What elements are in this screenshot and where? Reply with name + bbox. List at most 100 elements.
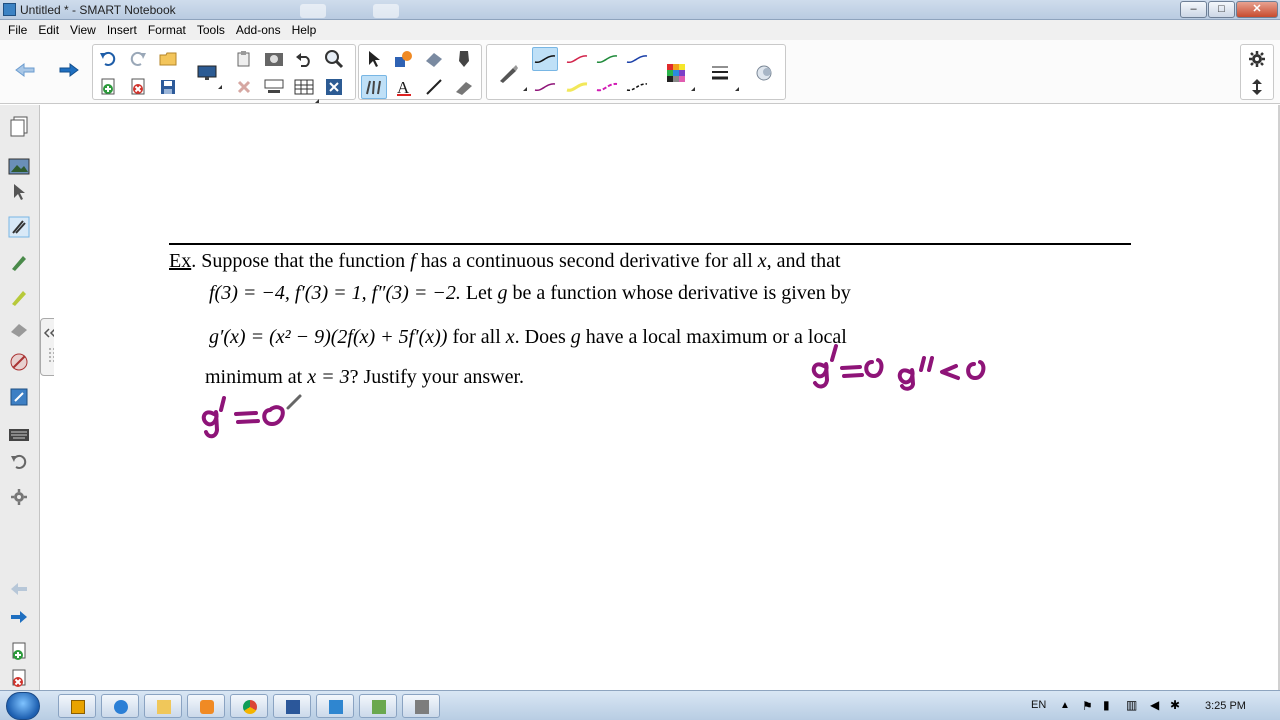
start-button[interactable] (6, 692, 40, 720)
eraser-side-icon[interactable] (7, 317, 31, 341)
settings-side-icon[interactable] (7, 485, 31, 509)
text-icon[interactable]: A (391, 75, 417, 99)
action-center-icon[interactable]: ⚑ (1082, 699, 1093, 713)
add-page-icon[interactable] (95, 75, 121, 99)
pen-icon[interactable] (451, 47, 477, 71)
taskbar-app[interactable] (402, 694, 440, 718)
save-icon[interactable] (155, 75, 181, 99)
previous-page-icon[interactable] (7, 577, 31, 601)
gear-icon[interactable] (1244, 47, 1270, 71)
pen-style-green-icon[interactable] (594, 47, 620, 71)
open-file-icon[interactable] (155, 47, 181, 71)
taskbar-smart-notebook[interactable] (316, 694, 354, 718)
math-x: x (505, 326, 515, 348)
taskbar-internet-explorer[interactable] (101, 694, 139, 718)
redo-icon[interactable] (125, 47, 151, 71)
page-sorter-icon[interactable] (7, 115, 31, 139)
close-button[interactable]: ✕ (1236, 1, 1278, 18)
pen-style-magenta-dash-icon[interactable] (594, 75, 620, 99)
pen-style-blue-icon[interactable] (624, 47, 650, 71)
menu-insert[interactable]: Insert (107, 20, 137, 40)
pen-style-black-dash-icon[interactable] (624, 75, 650, 99)
pen-style-black-icon[interactable] (532, 47, 558, 71)
move-toolbar-icon[interactable] (1244, 75, 1270, 99)
taskbar-word[interactable] (273, 694, 311, 718)
taskbar-outlook[interactable] (58, 694, 96, 718)
taskbar-smart-tools[interactable] (359, 694, 397, 718)
example-label: Ex (169, 250, 192, 272)
clock-time[interactable]: 3:25 PM (1205, 700, 1246, 712)
volume-icon[interactable]: ◀ (1150, 698, 1159, 712)
delete-icon[interactable] (231, 75, 257, 99)
toolbar-group-settings (1240, 44, 1274, 100)
line-thickness-icon[interactable] (707, 61, 739, 91)
delete-page-side-icon[interactable] (7, 667, 31, 691)
delete-page-icon[interactable] (125, 75, 151, 99)
bluetooth-icon[interactable]: ✱ (1170, 698, 1180, 712)
shapes-icon[interactable] (391, 47, 417, 71)
menu-bar: File Edit View Insert Format Tools Add-o… (0, 20, 1280, 40)
properties-icon[interactable] (752, 61, 778, 85)
taskbar-file-explorer[interactable] (144, 694, 182, 718)
eraser-icon[interactable] (421, 47, 447, 71)
select-icon[interactable] (361, 47, 387, 71)
display-icon[interactable] (194, 61, 222, 89)
pen-style-purple-icon[interactable] (532, 75, 558, 99)
line-icon[interactable] (421, 75, 447, 99)
title-bar-glass-tab (373, 4, 399, 18)
problem-line-4: minimum at x = 3? Justify your answer. (205, 366, 524, 389)
add-page-side-icon[interactable] (7, 640, 31, 664)
undo-side-icon[interactable] (7, 450, 31, 474)
next-page-icon[interactable] (7, 605, 31, 629)
given-values: f(3) = −4, f′(3) = 1, f″(3) = −2. (209, 282, 461, 304)
select-tool-icon[interactable] (7, 180, 31, 204)
menu-tools[interactable]: Tools (197, 20, 225, 40)
problem-text: be a function whose derivative is given … (507, 282, 851, 304)
forward-arrow-icon[interactable] (56, 58, 82, 82)
problem-line-1: Ex. Suppose that the function f has a co… (169, 250, 841, 273)
whiteboard-canvas[interactable] (54, 105, 1280, 690)
pen-style-yellow-icon[interactable] (564, 75, 590, 99)
toolbar-group-pens (486, 44, 786, 100)
menu-edit[interactable]: Edit (38, 20, 59, 40)
menu-format[interactable]: Format (148, 20, 186, 40)
magnifier-icon[interactable] (321, 47, 347, 71)
table-icon[interactable] (291, 75, 319, 103)
gallery-icon[interactable] (7, 155, 31, 179)
menu-view[interactable]: View (70, 20, 96, 40)
screen-shade-icon[interactable] (261, 75, 287, 99)
maximize-button[interactable]: □ (1208, 1, 1235, 18)
pen-type-icon[interactable] (495, 61, 527, 91)
undo-capture-icon[interactable] (291, 47, 317, 71)
pen-style-red-icon[interactable] (564, 47, 590, 71)
menu-file[interactable]: File (8, 20, 27, 40)
battery-icon[interactable]: ▮ (1103, 698, 1110, 712)
taskbar-media-player[interactable] (187, 694, 225, 718)
problem-top-rule (169, 243, 1131, 245)
problem-text: have a local maximum or a local (580, 326, 847, 348)
close-box-icon[interactable] (321, 75, 347, 99)
highlighter-side-icon[interactable] (7, 285, 31, 309)
screen-capture-icon[interactable] (261, 47, 287, 71)
svg-text:A: A (397, 78, 410, 96)
menu-help[interactable]: Help (292, 20, 317, 40)
pen-side-icon[interactable] (7, 250, 31, 274)
undo-icon[interactable] (95, 47, 121, 71)
paste-icon[interactable] (231, 47, 257, 71)
properties-side-icon[interactable] (7, 385, 31, 409)
language-indicator[interactable]: EN (1031, 699, 1046, 711)
magic-pen-side-icon[interactable] (7, 215, 31, 239)
back-arrow-icon[interactable] (12, 58, 38, 82)
minimize-button[interactable]: – (1180, 1, 1207, 18)
toolbar-group-tools: A (358, 44, 482, 100)
highlighter-icon[interactable] (451, 75, 477, 99)
menu-addons[interactable]: Add-ons (236, 20, 281, 40)
taskbar-chrome[interactable] (230, 694, 268, 718)
keyboard-icon[interactable] (7, 423, 31, 447)
problem-text: minimum at (205, 366, 308, 388)
tray-expand-icon[interactable]: ▲ (1060, 700, 1070, 711)
magic-pen-icon[interactable] (361, 75, 387, 99)
network-icon[interactable]: ▥ (1126, 698, 1137, 712)
shape-side-icon[interactable] (7, 350, 31, 374)
color-palette-icon[interactable] (663, 61, 695, 91)
